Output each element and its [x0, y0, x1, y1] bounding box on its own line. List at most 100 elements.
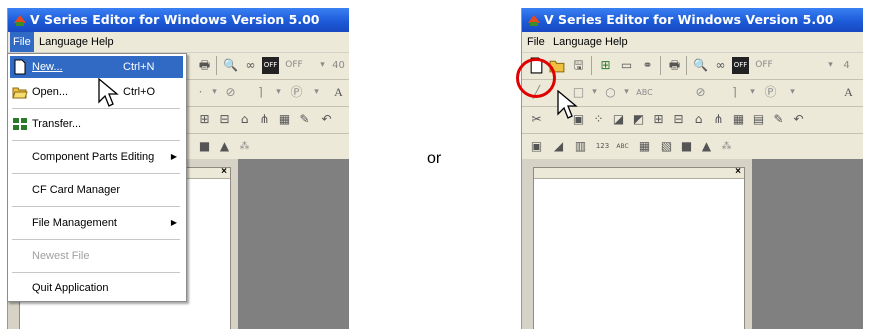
menu-file[interactable]: File: [10, 32, 34, 52]
chart-icon[interactable]: ◢: [550, 138, 567, 155]
abc-icon[interactable]: ABC: [636, 84, 653, 101]
dropdown-arrow-icon[interactable]: ▾: [822, 57, 839, 74]
app-icon: [528, 15, 540, 26]
sim-icon[interactable]: ▭: [618, 57, 635, 74]
menu-item-quit-application[interactable]: Quit Application: [10, 277, 183, 299]
parts-icon[interactable]: ⁘: [590, 111, 607, 128]
dropdown-arrow-icon[interactable]: ▾: [270, 84, 287, 101]
letter-a[interactable]: A: [840, 84, 857, 101]
dropdown-arrow-icon[interactable]: ▾: [618, 84, 635, 101]
close-icon[interactable]: ×: [735, 166, 741, 177]
pen-icon[interactable]: ✎: [770, 111, 787, 128]
print-icon[interactable]: 🖶: [666, 57, 683, 74]
switch-icon[interactable]: ◪: [610, 111, 627, 128]
off-toggle-icon[interactable]: OFF: [732, 57, 749, 74]
block-icon[interactable]: ■: [196, 138, 213, 155]
editor-canvas: [752, 159, 863, 329]
dropdown-arrow-icon[interactable]: ▾: [586, 84, 603, 101]
cursor-arrow-icon: [557, 90, 578, 119]
dropdown-arrow-icon[interactable]: ▾: [744, 84, 761, 101]
screen-icon[interactable]: ▣: [528, 138, 545, 155]
undo-icon[interactable]: ↶: [790, 111, 807, 128]
menu-help[interactable]: Help: [602, 32, 631, 52]
line-icon[interactable]: ⌉: [252, 84, 269, 101]
cut-icon[interactable]: ✂: [528, 111, 545, 128]
grid-icon[interactable]: ⁂: [236, 138, 253, 155]
table-icon[interactable]: ▤: [750, 111, 767, 128]
bell-icon[interactable]: ▲: [216, 138, 233, 155]
off-label: OFF: [755, 60, 773, 70]
zoom-value: 40: [332, 60, 345, 71]
off-toggle-icon[interactable]: OFF: [262, 57, 279, 74]
p-circle-icon[interactable]: Ⓟ: [288, 84, 305, 101]
grid-icon[interactable]: ⁂: [718, 138, 735, 155]
glasses-icon[interactable]: ∞: [712, 57, 729, 74]
window-title: V Series Editor for Windows Version 5.00: [30, 12, 320, 27]
menu-item-file-management[interactable]: File Management ▶: [10, 212, 183, 234]
submenu-arrow-icon: ▶: [170, 218, 177, 227]
line-icon[interactable]: ⌉: [726, 84, 743, 101]
parts-panel-area: ×: [522, 159, 752, 329]
dropdown-arrow-icon[interactable]: ▾: [206, 84, 223, 101]
undo-icon[interactable]: ↶: [318, 111, 335, 128]
numeric-icon[interactable]: 123: [594, 138, 611, 155]
paint-icon[interactable]: ⊘: [222, 84, 239, 101]
menu-bar: File Language Help: [522, 32, 863, 53]
ascii-icon[interactable]: ABC: [614, 138, 631, 155]
zoom-icon[interactable]: 🔍: [692, 57, 709, 74]
menu-item-new[interactable]: New... Ctrl+N: [10, 56, 183, 78]
chart-icon[interactable]: ▥: [572, 138, 589, 155]
lamp-icon[interactable]: ⌂: [236, 111, 253, 128]
table-icon[interactable]: ▦: [636, 138, 653, 155]
menu-bar: File Language Help: [8, 32, 349, 53]
menu-item-transfer[interactable]: Transfer...: [10, 113, 183, 135]
parts-icon[interactable]: ⊞: [650, 111, 667, 128]
cursor-arrow-icon: [98, 78, 119, 107]
menu-item-open[interactable]: Open... Ctrl+O: [10, 81, 183, 103]
block-icon[interactable]: ■: [678, 138, 695, 155]
bell-icon[interactable]: ▲: [698, 138, 715, 155]
dropdown-arrow-icon[interactable]: ▾: [308, 84, 325, 101]
menu-item-cf-card-manager[interactable]: CF Card Manager: [10, 179, 183, 201]
or-label: or: [427, 150, 442, 167]
table-icon[interactable]: ▦: [730, 111, 747, 128]
table-icon[interactable]: ▦: [276, 111, 293, 128]
paint-icon[interactable]: ⊘: [692, 84, 709, 101]
p-circle-icon[interactable]: Ⓟ: [762, 84, 779, 101]
switch-icon[interactable]: ◩: [630, 111, 647, 128]
menu-language[interactable]: Language: [550, 32, 605, 52]
file-menu: New... Ctrl+N Open... Ctrl+O Transfer...…: [7, 53, 187, 302]
menu-item-component-parts-editing[interactable]: Component Parts Editing ▶: [10, 146, 183, 168]
dropdown-arrow-icon[interactable]: ▾: [784, 84, 801, 101]
network-icon[interactable]: ⚭: [639, 57, 656, 74]
zoom-icon[interactable]: 🔍: [222, 57, 239, 74]
menu-file[interactable]: File: [524, 32, 548, 52]
menu-item-newest-file: Newest File: [32, 250, 90, 262]
pen-icon[interactable]: ✎: [296, 111, 313, 128]
app-icon: [14, 15, 26, 26]
toolbar-row-1: 🖫 ⊞ ▭ ⚭ 🖶 🔍 ∞ OFF OFF ▾ 4: [522, 53, 863, 80]
highlight-circle: [516, 58, 556, 98]
glasses-icon[interactable]: ∞: [242, 57, 259, 74]
letter-a[interactable]: A: [330, 84, 347, 101]
menu-language[interactable]: Language: [36, 32, 91, 52]
lamp-icon[interactable]: ⌂: [690, 111, 707, 128]
new-file-icon: [14, 59, 26, 75]
graph-icon[interactable]: ▧: [658, 138, 675, 155]
save-icon[interactable]: 🖫: [570, 57, 587, 74]
graph-icon[interactable]: ⋔: [256, 111, 273, 128]
graph-icon[interactable]: ⋔: [710, 111, 727, 128]
transfer-icon[interactable]: ⊞: [597, 57, 614, 74]
editor-window-right: V Series Editor for Windows Version 5.00…: [521, 8, 863, 329]
print-icon[interactable]: 🖶: [196, 57, 213, 74]
dropdown-arrow-icon[interactable]: ▾: [314, 57, 331, 74]
parts-icon[interactable]: ⊟: [216, 111, 233, 128]
parts-icon[interactable]: ⊟: [670, 111, 687, 128]
title-bar: V Series Editor for Windows Version 5.00: [8, 8, 349, 32]
off-label: OFF: [285, 60, 303, 70]
toolbar-row-4: ▣ ◢ ▥ 123 ABC ▦ ▧ ■ ▲ ⁂: [522, 134, 863, 161]
close-icon[interactable]: ×: [221, 166, 227, 177]
menu-help[interactable]: Help: [88, 32, 117, 52]
parts-icon[interactable]: ⊞: [196, 111, 213, 128]
circle-icon[interactable]: ○: [602, 84, 619, 101]
